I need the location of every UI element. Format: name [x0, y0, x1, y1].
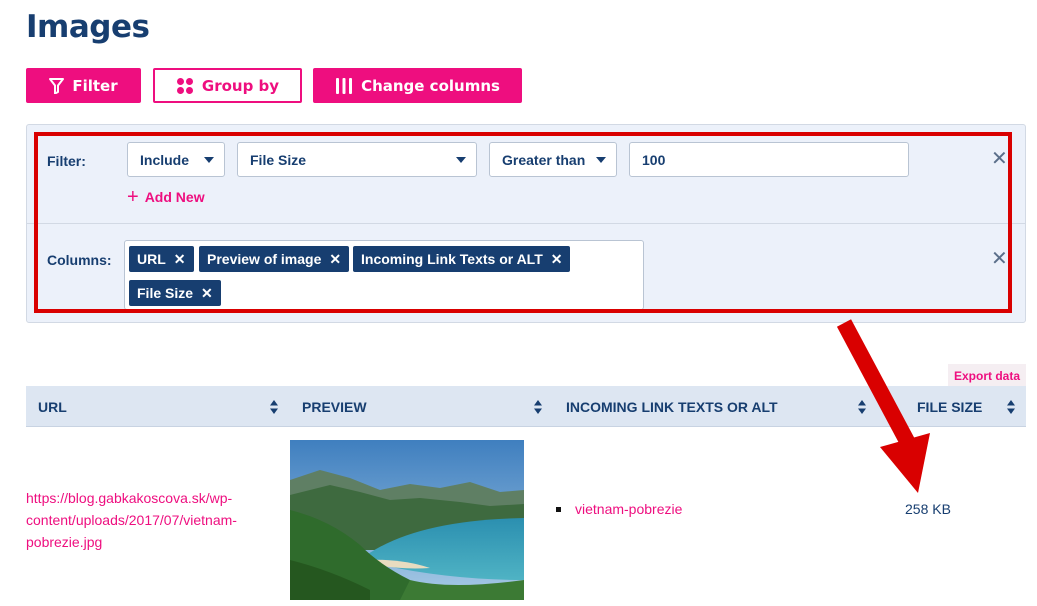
column-header-file-size[interactable]: FILE SIZE	[917, 386, 982, 427]
remove-tag-icon[interactable]: ✕	[201, 285, 213, 302]
filter-value-input[interactable]	[629, 142, 909, 177]
column-tag-label: URL	[137, 251, 166, 267]
sort-icon[interactable]	[269, 399, 279, 415]
page-title: Images	[26, 9, 150, 45]
table-header: URL PREVIEW INCOMING LINK TEXTS OR ALT F…	[26, 386, 1026, 427]
operator-select-value: Greater than	[502, 151, 586, 168]
filter-panel: Filter: Include File Size Greater than ✕…	[26, 124, 1026, 323]
bullet-icon	[556, 506, 561, 512]
remove-tag-icon[interactable]: ✕	[551, 251, 563, 268]
column-header-preview[interactable]: PREVIEW	[302, 386, 367, 427]
column-tag: File Size ✕	[129, 280, 221, 306]
column-tag: Preview of image ✕	[199, 246, 350, 272]
column-tag-label: Preview of image	[207, 251, 322, 267]
panel-divider	[27, 223, 1025, 224]
include-select-value: Include	[140, 151, 190, 168]
add-new-label: Add New	[144, 189, 205, 205]
include-select[interactable]: Include	[127, 142, 225, 177]
funnel-icon	[49, 77, 65, 94]
columns-row-label: Columns:	[47, 252, 112, 268]
field-select[interactable]: File Size	[237, 142, 477, 177]
sort-icon[interactable]	[533, 399, 543, 415]
incoming-link-item[interactable]: vietnam-pobrezie	[556, 501, 682, 517]
column-tag-label: File Size	[137, 285, 194, 301]
column-tag: URL ✕	[129, 246, 194, 272]
columns-tag-input[interactable]: URL ✕ Preview of image ✕ Incoming Link T…	[124, 240, 644, 310]
chevron-down-icon	[456, 157, 466, 163]
sort-icon[interactable]	[1006, 399, 1016, 415]
add-new-filter-button[interactable]: + Add New	[127, 187, 205, 207]
column-tag-label: Incoming Link Texts or ALT	[361, 251, 543, 267]
export-data-link[interactable]: Export data	[948, 364, 1026, 387]
file-size-value: 258 KB	[905, 501, 951, 517]
group-by-button-label: Group by	[201, 76, 280, 95]
remove-tag-icon[interactable]: ✕	[174, 251, 186, 268]
remove-tag-icon[interactable]: ✕	[329, 251, 341, 268]
operator-select[interactable]: Greater than	[489, 142, 617, 177]
filter-button-label: Filter	[72, 76, 118, 95]
column-header-url[interactable]: URL	[38, 386, 67, 427]
image-preview	[290, 440, 524, 600]
close-icon[interactable]: ✕	[991, 249, 1008, 269]
filter-button[interactable]: Filter	[26, 68, 141, 103]
four-dots-icon	[176, 77, 194, 95]
filter-row-label: Filter:	[47, 153, 86, 169]
change-columns-button[interactable]: Change columns	[313, 68, 522, 103]
chevron-down-icon	[204, 157, 214, 163]
close-icon[interactable]: ✕	[991, 149, 1008, 169]
change-columns-button-label: Change columns	[361, 76, 500, 95]
field-select-value: File Size	[250, 151, 307, 168]
chevron-down-icon	[596, 157, 606, 163]
sort-icon[interactable]	[857, 399, 867, 415]
table-row-url-link[interactable]: https://blog.gabkakoscova.sk/wp-content/…	[26, 487, 266, 553]
plus-icon: +	[127, 186, 139, 208]
group-by-button[interactable]: Group by	[153, 68, 302, 103]
incoming-link-text[interactable]: vietnam-pobrezie	[575, 501, 682, 517]
columns-icon	[335, 77, 353, 95]
column-tag: Incoming Link Texts or ALT ✕	[353, 246, 571, 272]
column-header-link-texts[interactable]: INCOMING LINK TEXTS OR ALT	[566, 386, 778, 427]
